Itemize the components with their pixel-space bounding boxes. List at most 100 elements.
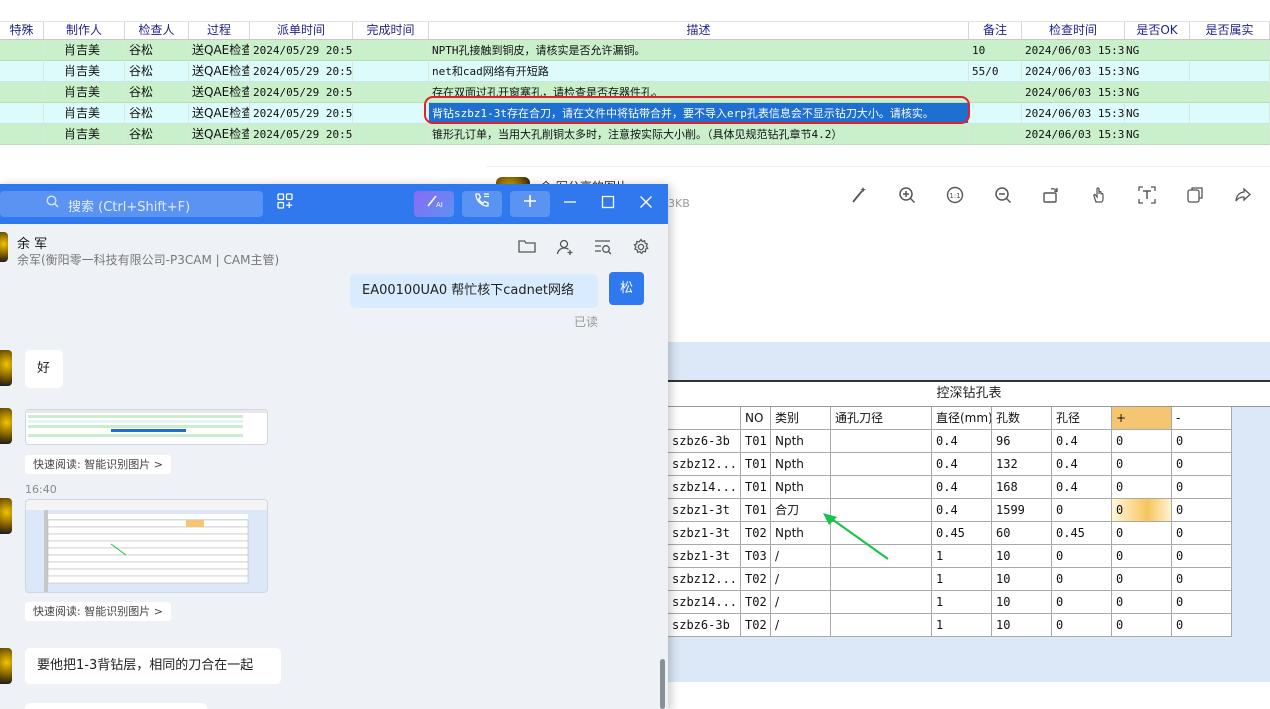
avatar[interactable] bbox=[0, 648, 12, 684]
col-header-checker[interactable]: 检查人 bbox=[125, 22, 189, 39]
svg-text:1:1: 1:1 bbox=[949, 192, 960, 200]
drill-cell-diameter: 1 bbox=[932, 614, 992, 637]
folder-icon[interactable] bbox=[517, 238, 537, 258]
image-thumbnail[interactable] bbox=[25, 409, 268, 445]
magic-wand-icon[interactable] bbox=[849, 186, 869, 206]
gear-icon[interactable] bbox=[631, 238, 651, 258]
viewer-file-size: 3KB bbox=[668, 197, 690, 210]
red-highlight-annotation bbox=[424, 96, 970, 124]
close-icon[interactable] bbox=[635, 192, 657, 216]
avatar[interactable] bbox=[0, 350, 12, 386]
drill-cell-no: T02 bbox=[741, 568, 771, 591]
avatar[interactable] bbox=[0, 498, 12, 534]
read-status: 已读 bbox=[574, 315, 599, 329]
col-header-note[interactable]: 备注 bbox=[969, 22, 1022, 39]
col-header-maker[interactable]: 制作人 bbox=[44, 22, 125, 39]
col-header-is-ok[interactable]: 是否OK bbox=[1125, 22, 1190, 39]
col-header-check-time[interactable]: 检查时间 bbox=[1022, 22, 1125, 39]
col-header-description[interactable]: 描述 bbox=[429, 22, 969, 39]
cell-is-true bbox=[1190, 61, 1270, 82]
message-bubble[interactable]: 要他把1-3背钻层，相同的刀合在一起 bbox=[25, 648, 281, 684]
drill-cell-hole-size: 0.45 bbox=[1052, 522, 1112, 545]
cell-is-true bbox=[1190, 103, 1270, 124]
apps-grid-icon[interactable] bbox=[274, 192, 296, 216]
message-time: 16:40 bbox=[25, 483, 57, 496]
drill-cell-layer: szbz1-3t bbox=[668, 522, 741, 545]
drill-cell-type: / bbox=[771, 568, 831, 591]
text-ocr-icon[interactable] bbox=[1137, 186, 1157, 206]
drill-cell-hole-size: 0 bbox=[1052, 545, 1112, 568]
quick-read-link[interactable]: 快速阅读: 智能识别图片 > bbox=[25, 602, 171, 621]
search-history-icon[interactable] bbox=[593, 238, 613, 258]
col-header-is-true[interactable]: 是否属实 bbox=[1190, 22, 1270, 39]
avatar[interactable] bbox=[0, 232, 8, 262]
table-row[interactable]: 肖吉美 谷松 送QAE检查 2024/05/29 20:54 net和cad网络… bbox=[0, 61, 1270, 82]
drill-table-row: szbz6-3b T02/1 10 0 0 0 bbox=[668, 614, 1232, 637]
drill-cell-no: T03 bbox=[741, 545, 771, 568]
cell-maker: 肖吉美 bbox=[44, 61, 125, 82]
table-row[interactable]: 肖吉美 谷松 送QAE检查 2024/05/29 20:54 锥形孔订单，当用大… bbox=[0, 124, 1270, 145]
cell-dispatch-time: 2024/05/29 20:54 bbox=[250, 124, 353, 145]
ai-assistant-button[interactable]: AI bbox=[414, 191, 454, 217]
drill-cell-type: / bbox=[771, 614, 831, 637]
share-icon[interactable] bbox=[1233, 186, 1253, 206]
drill-cell-hole-size: 0.4 bbox=[1052, 476, 1112, 499]
table-row[interactable]: 肖吉美 谷松 送QAE检查 2024/05/29 20:54 NPTH孔接触到铜… bbox=[0, 40, 1270, 61]
drill-cell-through-size bbox=[831, 614, 932, 637]
cell-description: NPTH孔接触到铜皮，请核实是否允许漏铜。 bbox=[429, 40, 969, 61]
zoom-in-icon[interactable] bbox=[897, 186, 917, 206]
chat-scrollbar[interactable] bbox=[660, 659, 665, 709]
cell-complete-time bbox=[353, 124, 429, 145]
my-message-bubble[interactable]: EA00100UA0 帮忙核下cadnet网络 bbox=[350, 274, 598, 308]
drill-cell-plus: 0 bbox=[1112, 453, 1172, 476]
drill-cell-plus: 0 bbox=[1112, 430, 1172, 453]
drill-header-cell: 直径(mm) bbox=[932, 407, 992, 430]
contact-name: 余 军 bbox=[17, 237, 48, 252]
cell-note: 55/0 bbox=[969, 61, 1022, 82]
maximize-icon[interactable] bbox=[597, 192, 619, 216]
drill-cell-count: 60 bbox=[992, 522, 1052, 545]
add-button[interactable] bbox=[510, 191, 550, 217]
add-member-icon[interactable] bbox=[555, 238, 575, 258]
cell-note bbox=[969, 82, 1022, 103]
cell-dispatch-time: 2024/05/29 20:54 bbox=[250, 103, 353, 124]
drill-cell-layer: szbz1-3t bbox=[668, 545, 741, 568]
cell-complete-time bbox=[353, 61, 429, 82]
my-avatar[interactable]: 松 bbox=[609, 272, 644, 305]
search-input[interactable]: 搜索 (Ctrl+Shift+F) bbox=[0, 191, 263, 217]
drill-cell-minus: 0 bbox=[1172, 522, 1232, 545]
zoom-out-icon[interactable] bbox=[993, 186, 1013, 206]
col-header-dispatch-time[interactable]: 派单时间 bbox=[250, 22, 353, 39]
drill-cell-plus: 0 bbox=[1112, 499, 1172, 522]
drill-cell-no: T02 bbox=[741, 591, 771, 614]
col-header-process[interactable]: 过程 bbox=[189, 22, 250, 39]
col-header-special[interactable]: 特殊 bbox=[0, 22, 44, 39]
message-bubble[interactable]: 好 bbox=[25, 350, 63, 388]
cell-maker: 肖吉美 bbox=[44, 40, 125, 61]
search-placeholder: 搜索 (Ctrl+Shift+F) bbox=[68, 200, 191, 215]
hand-icon[interactable] bbox=[1089, 186, 1109, 206]
drill-cell-hole-size: 0 bbox=[1052, 499, 1112, 522]
cell-check-time: 2024/06/03 15:33 bbox=[1022, 40, 1125, 61]
copy-icon[interactable] bbox=[1185, 186, 1205, 206]
cell-note bbox=[969, 124, 1022, 145]
drill-cell-layer: szbz6-3b bbox=[668, 430, 741, 453]
cell-check-time: 2024/06/03 15:33 bbox=[1022, 82, 1125, 103]
drill-cell-diameter: 1 bbox=[932, 545, 992, 568]
avatar[interactable] bbox=[0, 408, 12, 444]
minimize-icon[interactable] bbox=[559, 192, 581, 216]
call-button[interactable] bbox=[462, 191, 502, 217]
cell-dispatch-time: 2024/05/29 20:54 bbox=[250, 82, 353, 103]
rotate-icon[interactable] bbox=[1041, 186, 1061, 206]
drill-header-cell: - bbox=[1172, 407, 1232, 430]
cell-special bbox=[0, 61, 44, 82]
cell-complete-time bbox=[353, 82, 429, 103]
image-thumbnail[interactable] bbox=[25, 499, 268, 593]
col-header-complete-time[interactable]: 完成时间 bbox=[353, 22, 429, 39]
quick-read-link[interactable]: 快速阅读: 智能识别图片 > bbox=[25, 455, 171, 474]
drill-header-cell: + bbox=[1112, 407, 1172, 430]
cell-process: 送QAE检查 bbox=[189, 40, 250, 61]
cell-complete-time bbox=[353, 103, 429, 124]
fit-icon[interactable]: 1:1 bbox=[945, 186, 965, 206]
drill-table-row: szbz1-3t T03/1 10 0 0 0 bbox=[668, 545, 1232, 568]
